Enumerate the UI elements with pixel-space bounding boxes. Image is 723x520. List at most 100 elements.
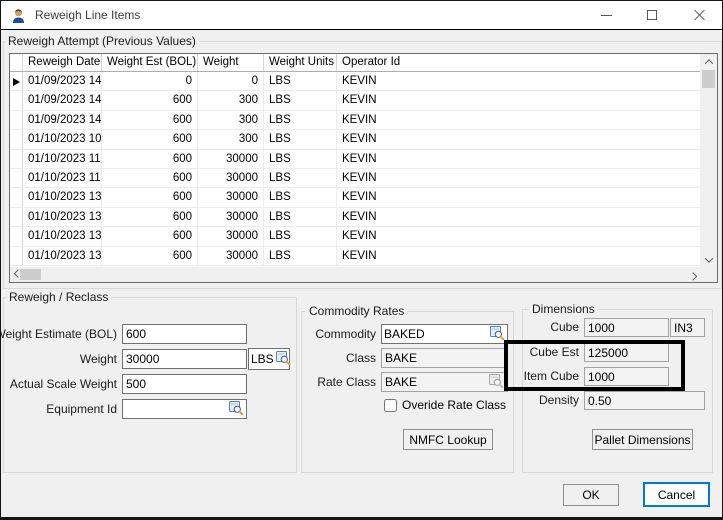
column-header-weight-units[interactable]: Weight Units [264, 54, 337, 71]
cell-operator-id: KEVIN [337, 72, 700, 90]
table-row[interactable]: 01/10/2023 10:4 600 300 LBS KEVIN [10, 130, 700, 149]
cell-weight-units: LBS [264, 72, 337, 90]
density-field: 0.50 [584, 391, 705, 410]
cell-reweigh-date: 01/10/2023 13:3 [23, 247, 102, 265]
cell-weight-units: LBS [264, 169, 337, 187]
dimensions-group-label: Dimensions [529, 302, 598, 316]
table-row[interactable]: 01/10/2023 13:2 600 30000 LBS KEVIN [10, 208, 700, 227]
cell-weight-units: LBS [264, 150, 337, 168]
grid-table: Reweigh Date Weight Est (BOL) Weight Wei… [10, 54, 700, 267]
grid-header-gutter [10, 54, 23, 71]
cell-weight: 30000 [198, 150, 264, 168]
actual-scale-weight-field[interactable] [122, 374, 247, 394]
weight-units-lookup[interactable]: LBS [248, 348, 290, 370]
cell-weight-est: 600 [102, 227, 198, 245]
minimize-button[interactable] [585, 1, 627, 29]
cell-operator-id: KEVIN [337, 247, 700, 265]
cube-est-label: Cube Est [530, 343, 579, 362]
chevron-up-icon [704, 59, 712, 67]
table-row[interactable]: 01/09/2023 14:3 600 300 LBS KEVIN [10, 91, 700, 110]
cell-weight-units: LBS [264, 188, 337, 206]
cell-operator-id: KEVIN [337, 150, 700, 168]
table-row[interactable]: 01/10/2023 11:0 600 30000 LBS KEVIN [10, 150, 700, 169]
horizontal-scrollbar[interactable] [10, 267, 700, 282]
pallet-dimensions-button[interactable]: Pallet Dimensions [592, 429, 693, 450]
maximize-button[interactable] [631, 1, 673, 29]
cell-weight-units: LBS [264, 91, 337, 109]
dialog-window: Reweigh Line Items Reweigh Attempt (Prev… [0, 0, 723, 520]
cell-operator-id: KEVIN [337, 227, 700, 245]
row-selector-gutter [10, 208, 23, 226]
column-header-operator-id[interactable]: Operator Id [337, 54, 700, 71]
cell-weight-est: 600 [102, 111, 198, 129]
magnifier-lookup-icon[interactable] [229, 401, 244, 418]
cancel-button[interactable]: Cancel [643, 482, 710, 507]
cell-operator-id: KEVIN [337, 130, 700, 148]
commodity-rates-group-label: Commodity Rates [306, 304, 407, 318]
cube-label: Cube [550, 318, 579, 337]
cell-weight: 30000 [198, 227, 264, 245]
cell-operator-id: KEVIN [337, 169, 700, 187]
cell-weight: 300 [198, 91, 264, 109]
row-selector-gutter [10, 91, 23, 109]
cell-reweigh-date: 01/09/2023 14:3 [23, 111, 102, 129]
row-selector-gutter [10, 130, 23, 148]
cell-reweigh-date: 01/10/2023 13:2 [23, 188, 102, 206]
table-row[interactable]: 01/10/2023 13:3 600 30000 LBS KEVIN [10, 247, 700, 266]
commodity-field-wrap [381, 324, 508, 344]
weight-estimate-field[interactable] [122, 324, 247, 344]
commodity-field[interactable] [384, 327, 490, 341]
close-button[interactable] [677, 1, 722, 29]
horizontal-scrollbar-thumb[interactable] [20, 269, 41, 280]
cell-weight-est: 600 [102, 169, 198, 187]
cell-weight-est: 0 [102, 72, 198, 90]
scrollbar-corner [700, 267, 717, 282]
cell-weight-units: LBS [264, 227, 337, 245]
cell-operator-id: KEVIN [337, 91, 700, 109]
cell-weight: 0 [198, 72, 264, 90]
cell-weight: 30000 [198, 169, 264, 187]
window-title: Reweigh Line Items [35, 1, 140, 29]
weight-field[interactable] [122, 349, 247, 369]
scroll-right-button[interactable] [685, 267, 700, 282]
cell-reweigh-date: 01/10/2023 11:0 [23, 150, 102, 168]
table-row[interactable]: 01/10/2023 13:3 600 30000 LBS KEVIN [10, 227, 700, 246]
equipment-id-field[interactable] [125, 402, 229, 416]
ok-button[interactable]: OK [563, 484, 619, 506]
override-rate-class-checkbox[interactable] [384, 399, 397, 412]
item-cube-field: 1000 [584, 367, 669, 386]
table-row[interactable]: 01/10/2023 11:3 600 30000 LBS KEVIN [10, 169, 700, 188]
reweigh-attempt-group-label: Reweigh Attempt (Previous Values) [5, 34, 199, 48]
maximize-icon [647, 10, 657, 20]
cell-weight-units: LBS [264, 111, 337, 129]
title-bar: Reweigh Line Items [1, 1, 722, 30]
cell-operator-id: KEVIN [337, 111, 700, 129]
cube-units-field: IN3 [670, 318, 705, 337]
row-selector-gutter [10, 227, 23, 245]
cell-weight: 300 [198, 130, 264, 148]
vertical-scrollbar[interactable] [700, 54, 717, 267]
row-selector-gutter [10, 111, 23, 129]
nmfc-lookup-button[interactable]: NMFC Lookup [403, 429, 493, 450]
vertical-scrollbar-thumb[interactable] [702, 70, 715, 88]
column-header-reweigh-date[interactable]: Reweigh Date [23, 54, 102, 71]
cube-field: 1000 [584, 318, 669, 337]
scroll-down-button[interactable] [700, 252, 717, 267]
cell-weight: 30000 [198, 247, 264, 265]
cell-reweigh-date: 01/10/2023 11:3 [23, 169, 102, 187]
table-row[interactable]: 01/09/2023 14:3 600 300 LBS KEVIN [10, 111, 700, 130]
close-icon [694, 9, 706, 21]
scroll-up-button[interactable] [700, 54, 717, 69]
rate-class-field: BAKE [381, 372, 508, 392]
cube-est-field: 125000 [584, 343, 669, 362]
table-row[interactable]: 01/10/2023 13:2 600 30000 LBS KEVIN [10, 188, 700, 207]
cell-reweigh-date: 01/09/2023 14:3 [23, 72, 102, 90]
table-row[interactable]: 01/09/2023 14:3 0 0 LBS KEVIN [10, 72, 700, 91]
commodity-label: Commodity [315, 324, 376, 344]
magnifier-lookup-icon[interactable] [276, 351, 291, 368]
equipment-id-label: Equipment Id [46, 399, 117, 419]
column-header-weight-est[interactable]: Weight Est (BOL) [102, 54, 198, 71]
cell-operator-id: KEVIN [337, 208, 700, 226]
magnifier-lookup-icon[interactable] [490, 326, 505, 343]
column-header-weight[interactable]: Weight [198, 54, 264, 71]
